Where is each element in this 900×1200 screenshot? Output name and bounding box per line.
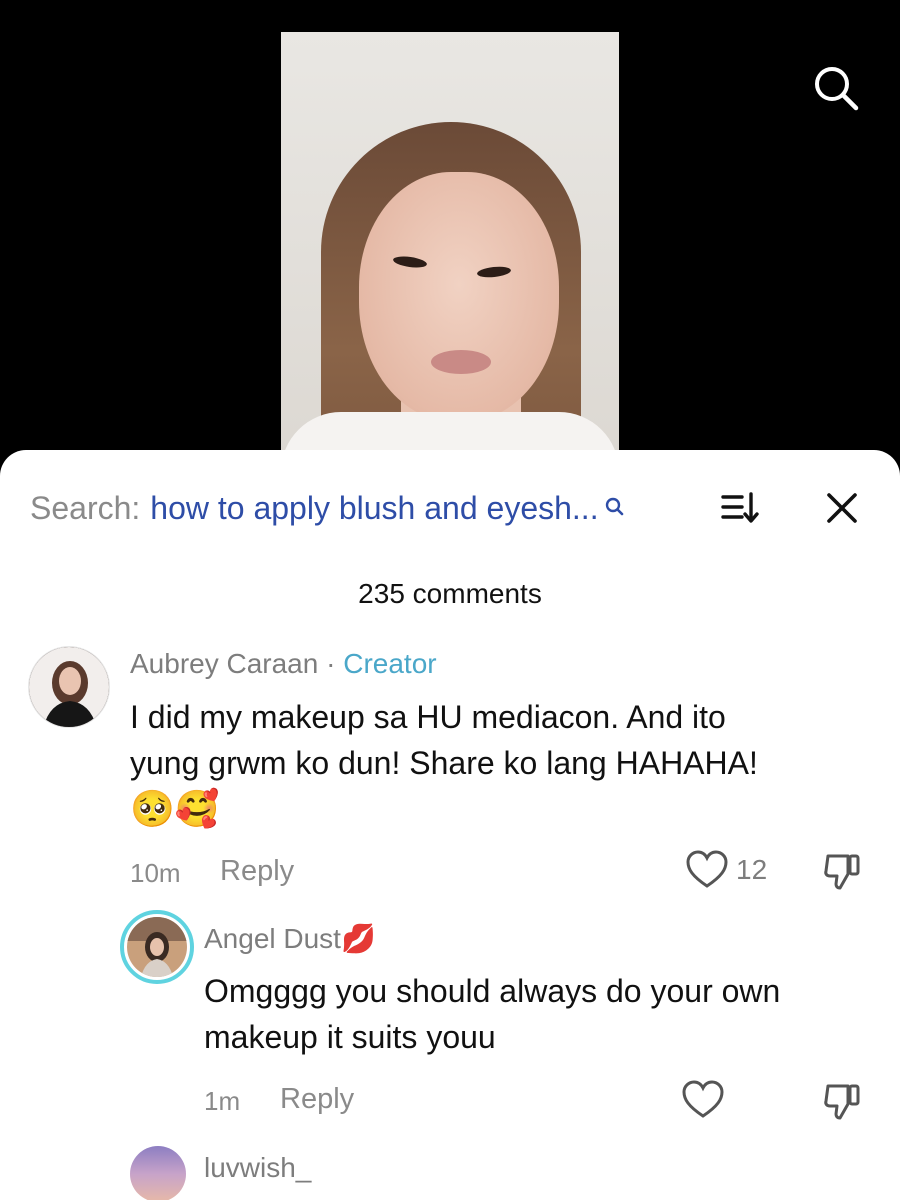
username-text[interactable]: Angel Dust [204, 923, 341, 954]
comment-text-line: Omgggg you should always do your own [204, 973, 781, 1009]
search-mini-icon[interactable] [605, 497, 625, 519]
comment-text-line: yung grwm ko dun! Share ko lang HAHAHA! [130, 745, 758, 781]
avatar[interactable] [28, 646, 110, 728]
heart-icon [682, 1080, 724, 1118]
search-query[interactable]: how to apply blush and eyesh... [150, 490, 598, 527]
reply-button[interactable]: Reply [280, 1083, 354, 1116]
comment-emojis: 🥺🥰 [130, 788, 220, 829]
thumbs-down-icon [824, 1084, 860, 1120]
search-prefix: Search: [30, 489, 141, 526]
screen: Search: how to apply blush and eyesh... [0, 0, 900, 1200]
video-face [359, 172, 559, 422]
comment-username[interactable]: luvwish_ [204, 1152, 311, 1184]
search-icon[interactable] [808, 60, 864, 116]
avatar[interactable] [130, 1146, 186, 1200]
comment-text: I did my makeup sa HU mediacon. And ito … [130, 694, 870, 833]
comment-count: 235 comments [358, 578, 542, 609]
comment-text-line: I did my makeup sa HU mediacon. And ito [130, 699, 726, 735]
video-lips [431, 350, 491, 374]
username-text[interactable]: luvwish_ [204, 1152, 311, 1183]
comment-text-line: makeup it suits youu [204, 1019, 496, 1055]
comment-username[interactable]: Aubrey Caraan · Creator [130, 648, 437, 680]
comment-time: 10m [130, 858, 181, 888]
sort-icon[interactable] [718, 486, 762, 530]
creator-badge: Creator [343, 648, 437, 679]
reply-button[interactable]: Reply [220, 855, 294, 888]
separator-dot: · [326, 648, 336, 679]
kiss-emoji: 💋 [340, 923, 376, 954]
dislike-button[interactable] [822, 850, 864, 897]
video-preview[interactable] [281, 32, 619, 462]
like-button[interactable]: 12 [686, 850, 767, 890]
like-button[interactable] [682, 1080, 724, 1120]
comment-username[interactable]: Angel Dust💋 [204, 922, 376, 955]
like-count: 12 [736, 854, 768, 885]
close-icon[interactable] [820, 486, 864, 530]
username-text[interactable]: Aubrey Caraan [130, 648, 318, 679]
avatar[interactable] [120, 910, 194, 984]
dislike-button[interactable] [822, 1080, 864, 1127]
comment-text: Omgggg you should always do your own mak… [204, 968, 884, 1060]
heart-icon [686, 850, 728, 888]
search-bar[interactable]: Search: how to apply blush and eyesh... [30, 486, 870, 530]
comments-sheet: Search: how to apply blush and eyesh... [0, 450, 900, 1200]
comment-time: 1m [204, 1086, 241, 1116]
thumbs-down-icon [824, 854, 860, 890]
